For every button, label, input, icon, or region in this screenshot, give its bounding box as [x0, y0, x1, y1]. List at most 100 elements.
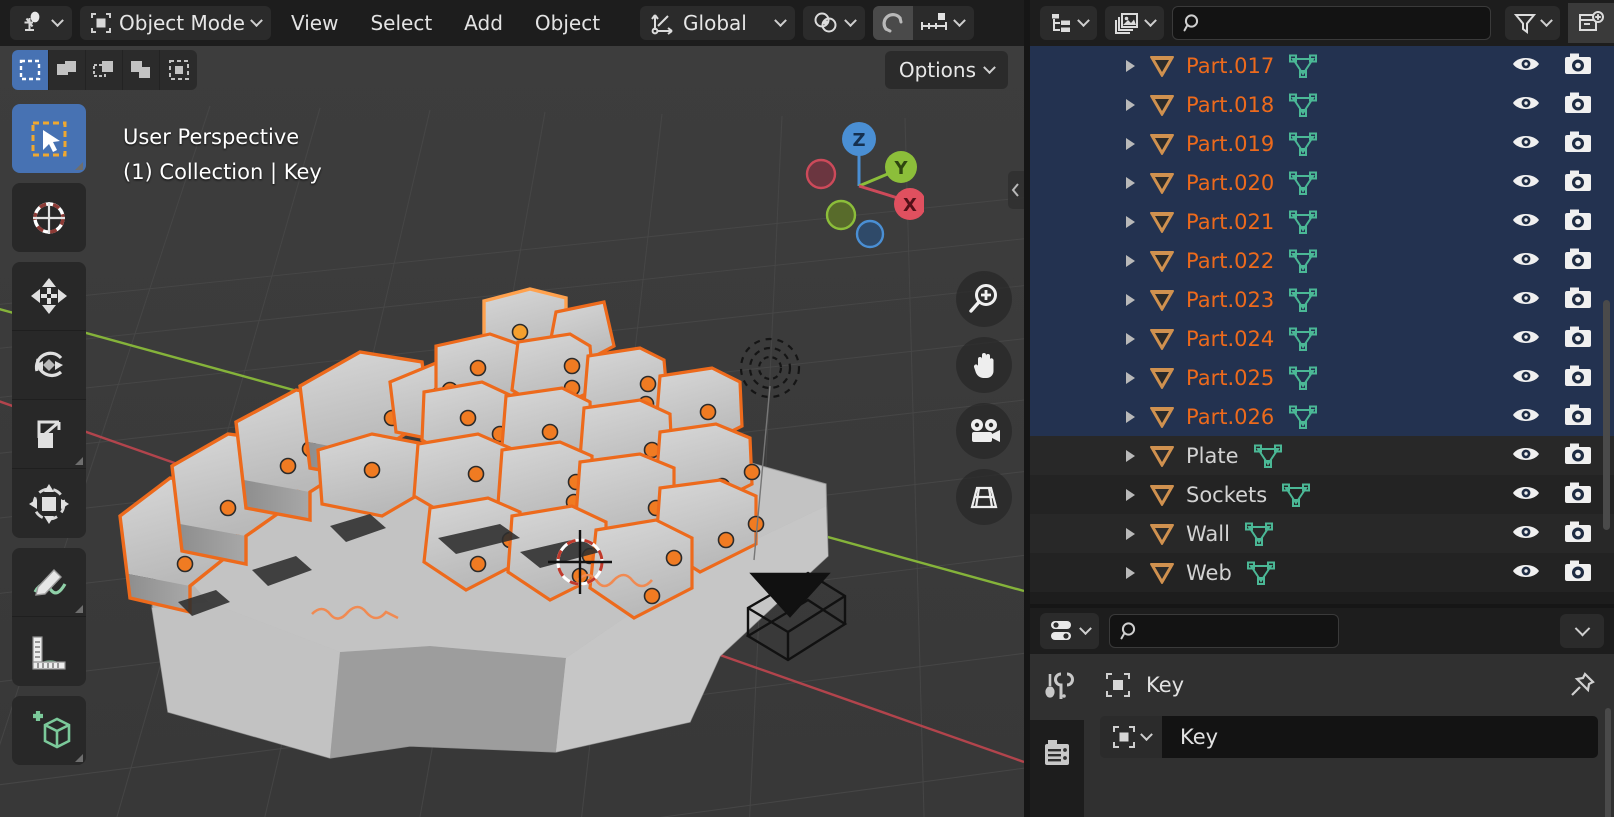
render-camera-icon[interactable] [1564, 52, 1592, 80]
viewport-3d[interactable]: Options User Perspective (1) Collection … [0, 46, 1024, 817]
render-camera-icon[interactable] [1564, 286, 1592, 314]
mesh-data-icon[interactable] [1288, 248, 1318, 274]
outliner-row-part-025[interactable]: Part.025 [1030, 358, 1614, 397]
outliner-row-part-019[interactable]: Part.019 [1030, 124, 1614, 163]
eye-icon[interactable] [1512, 288, 1540, 312]
disclosure-triangle-icon[interactable] [1116, 487, 1144, 503]
eye-icon[interactable] [1512, 171, 1540, 195]
outliner-search-input[interactable] [1172, 6, 1491, 40]
disclosure-triangle-icon[interactable] [1116, 136, 1144, 152]
outliner-row-sockets[interactable]: Sockets [1030, 475, 1614, 514]
menu-select[interactable]: Select [358, 6, 444, 40]
select-box-extend-button[interactable] [49, 50, 86, 90]
outliner-row-part-018[interactable]: Part.018 [1030, 85, 1614, 124]
mesh-object-icon[interactable] [1144, 402, 1180, 432]
disclosure-triangle-icon[interactable] [1116, 292, 1144, 308]
disclosure-triangle-icon[interactable] [1116, 448, 1144, 464]
eye-icon[interactable] [1512, 444, 1540, 468]
disclosure-triangle-icon[interactable] [1116, 253, 1144, 269]
properties-tab-render[interactable] [1030, 720, 1084, 786]
render-camera-icon[interactable] [1564, 481, 1592, 509]
render-camera-icon[interactable] [1564, 325, 1592, 353]
render-camera-icon[interactable] [1564, 520, 1592, 548]
outliner-row-part-017[interactable]: Part.017 [1030, 46, 1614, 85]
render-camera-icon[interactable] [1564, 403, 1592, 431]
render-camera-icon[interactable] [1564, 442, 1592, 470]
transform-tool[interactable] [12, 469, 86, 538]
eye-icon[interactable] [1512, 132, 1540, 156]
outliner-row-wall[interactable]: Wall [1030, 514, 1614, 553]
eye-icon[interactable] [1512, 249, 1540, 273]
outliner-filter-id-button[interactable] [1105, 6, 1164, 40]
disclosure-triangle-icon[interactable] [1116, 175, 1144, 191]
mesh-object-icon[interactable] [1144, 363, 1180, 393]
mesh-data-icon[interactable] [1288, 131, 1318, 157]
menu-view[interactable]: View [279, 6, 350, 40]
snap-mode-button[interactable] [913, 10, 974, 36]
outliner-row-part-026[interactable]: Part.026 [1030, 397, 1614, 436]
outliner-row-part-021[interactable]: Part.021 [1030, 202, 1614, 241]
menu-object[interactable]: Object [523, 6, 612, 40]
mesh-data-icon[interactable] [1288, 365, 1318, 391]
mesh-data-icon[interactable] [1288, 92, 1318, 118]
measure-tool[interactable] [12, 617, 86, 686]
render-camera-icon[interactable] [1564, 364, 1592, 392]
transform-orientation-button[interactable]: Global [640, 6, 795, 40]
mesh-data-icon[interactable] [1253, 443, 1283, 469]
disclosure-triangle-icon[interactable] [1116, 58, 1144, 74]
mesh-data-icon[interactable] [1281, 482, 1311, 508]
mesh-data-icon[interactable] [1244, 521, 1274, 547]
object-id-browse-button[interactable] [1100, 716, 1162, 758]
zoom-button[interactable] [956, 271, 1012, 327]
select-box-intersect-button[interactable] [160, 50, 197, 90]
render-camera-icon[interactable] [1564, 169, 1592, 197]
sidebar-toggle-arrow[interactable] [1008, 171, 1024, 209]
eye-icon[interactable] [1512, 210, 1540, 234]
disclosure-triangle-icon[interactable] [1116, 565, 1144, 581]
select-box-subtract-button[interactable] [86, 50, 123, 90]
scale-tool[interactable] [12, 400, 86, 469]
camera-view-button[interactable] [956, 403, 1012, 459]
add-cube-tool[interactable] [12, 696, 86, 765]
mesh-object-icon[interactable] [1144, 246, 1180, 276]
mesh-data-icon[interactable] [1288, 404, 1318, 430]
mesh-object-icon[interactable] [1144, 558, 1180, 588]
render-camera-icon[interactable] [1564, 91, 1592, 119]
mode-select-button[interactable]: Object Mode [80, 6, 271, 40]
outliner-row-web[interactable]: Web [1030, 553, 1614, 592]
annotate-tool[interactable] [12, 548, 86, 617]
mesh-object-icon[interactable] [1144, 285, 1180, 315]
rotate-tool[interactable] [12, 331, 86, 400]
editor-type-button[interactable] [10, 6, 72, 40]
mesh-object-icon[interactable] [1144, 129, 1180, 159]
navigation-gizmo[interactable]: Z Y X [794, 121, 924, 251]
mesh-data-icon[interactable] [1288, 53, 1318, 79]
menu-add[interactable]: Add [452, 6, 515, 40]
mesh-object-icon[interactable] [1144, 441, 1180, 471]
outliner-row-part-022[interactable]: Part.022 [1030, 241, 1614, 280]
select-box-new-button[interactable] [12, 50, 49, 90]
outliner-row-part-020[interactable]: Part.020 [1030, 163, 1614, 202]
eye-icon[interactable] [1512, 327, 1540, 351]
eye-icon[interactable] [1512, 405, 1540, 429]
mesh-data-icon[interactable] [1246, 560, 1276, 586]
render-camera-icon[interactable] [1564, 130, 1592, 158]
mesh-object-icon[interactable] [1144, 51, 1180, 81]
properties-more-button[interactable] [1560, 614, 1604, 648]
disclosure-triangle-icon[interactable] [1116, 97, 1144, 113]
outliner-tree[interactable]: Part.017 Part.018 Part.019 Part.020 Part… [1030, 46, 1614, 604]
properties-tab-tool[interactable] [1030, 654, 1084, 720]
pin-icon[interactable] [1568, 671, 1596, 699]
properties-search-input[interactable] [1109, 614, 1339, 648]
mesh-object-icon[interactable] [1144, 168, 1180, 198]
eye-icon[interactable] [1512, 522, 1540, 546]
outliner-row-part-024[interactable]: Part.024 [1030, 319, 1614, 358]
tweak-select-box-tool[interactable] [12, 104, 86, 173]
properties-scrollbar[interactable] [1605, 708, 1611, 817]
properties-editor-type-button[interactable] [1040, 613, 1099, 649]
mesh-data-icon[interactable] [1288, 209, 1318, 235]
mesh-object-icon[interactable] [1144, 324, 1180, 354]
options-button[interactable]: Options [884, 51, 1008, 89]
outliner-row-part-023[interactable]: Part.023 [1030, 280, 1614, 319]
outliner-row-plate[interactable]: Plate [1030, 436, 1614, 475]
